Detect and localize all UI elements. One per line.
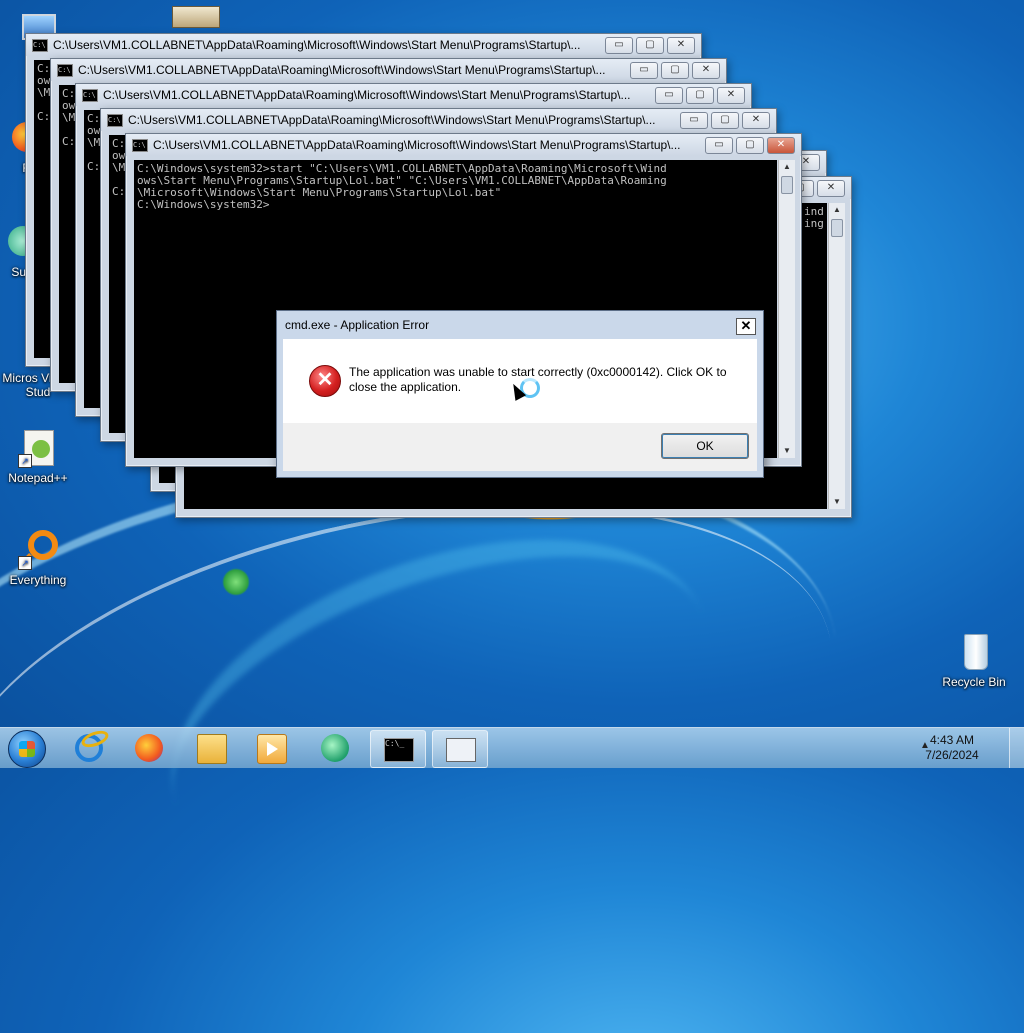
taskbar-firefox[interactable] (122, 730, 176, 766)
cmd-icon: C:\_ (384, 738, 414, 762)
taskbar-ie[interactable] (62, 727, 116, 766)
clock[interactable]: 4:43 AM 7/26/2024 (922, 733, 982, 763)
maximize-button[interactable]: ▢ (661, 61, 689, 79)
taskbar: C:\_ ▲ 4:43 AM 7/26/2024 (0, 727, 1024, 768)
windows-logo-glow (222, 568, 250, 596)
internet-explorer-icon (75, 727, 111, 762)
minimize-button[interactable]: ▭ (705, 136, 733, 154)
close-button[interactable]: ✕ (742, 111, 770, 129)
desktop-icon-partial[interactable] (172, 6, 220, 28)
clock-date: 7/26/2024 (925, 748, 979, 762)
close-button[interactable]: ✕ (717, 86, 745, 104)
maximize-button[interactable]: ▢ (711, 111, 739, 129)
dialog-message: The application was unable to start corr… (349, 365, 727, 394)
recycle-bin-icon (954, 632, 994, 672)
console-scrollbar[interactable]: ▲▼ (828, 203, 845, 509)
maximize-button[interactable]: ▢ (636, 36, 664, 54)
wallpaper-swirl (125, 473, 755, 949)
window-icon (446, 738, 476, 762)
cmd-icon: C:\ (107, 113, 123, 127)
media-center-icon (321, 734, 349, 762)
taskbar-media-player[interactable] (244, 730, 298, 766)
media-player-icon (257, 734, 287, 764)
dialog-body: ✕ The application was unable to start co… (283, 339, 757, 423)
cmd-icon: C:\ (132, 138, 148, 152)
taskbar-explorer[interactable] (184, 730, 238, 766)
taskbar-window[interactable] (432, 730, 488, 768)
maximize-button[interactable]: ▢ (736, 136, 764, 154)
cmd-icon: C:\ (32, 38, 48, 52)
everything-icon: ↗ (18, 530, 58, 570)
dialog-title: cmd.exe - Application Error (285, 318, 430, 332)
desktop-icon-label: Recycle Bin (942, 675, 1006, 689)
system-tray: ▲ 4:43 AM 7/26/2024 (914, 728, 1024, 768)
desktop-icon-recycle-bin[interactable]: Recycle Bin (938, 632, 1010, 689)
taskbar-cmd[interactable]: C:\_ (370, 730, 426, 768)
console-scrollbar[interactable]: ▲▼ (778, 160, 795, 458)
desktop-icon-label: Notepad++ (8, 471, 68, 485)
clock-time: 4:43 AM (929, 733, 975, 747)
dialog-close-button[interactable]: ✕ (736, 318, 756, 335)
maximize-button[interactable]: ▢ (686, 86, 714, 104)
ok-button[interactable]: OK (661, 433, 749, 459)
minimize-button[interactable]: ▭ (680, 111, 708, 129)
close-button[interactable]: ✕ (817, 179, 845, 197)
minimize-button[interactable]: ▭ (655, 86, 683, 104)
cmd-icon: C:\ (82, 88, 98, 102)
show-desktop-button[interactable] (1009, 728, 1024, 768)
minimize-button[interactable]: ▭ (605, 36, 633, 54)
cmd-icon: C:\ (57, 63, 73, 77)
close-button[interactable]: ✕ (667, 36, 695, 54)
notepadpp-icon: ↗ (18, 428, 58, 468)
start-button[interactable] (8, 730, 46, 768)
desktop-icon-everything[interactable]: ↗ Everything (2, 530, 74, 587)
close-button[interactable]: ✕ (767, 136, 795, 154)
explorer-icon (197, 734, 227, 764)
taskbar-media-center[interactable] (308, 730, 362, 766)
close-button[interactable]: ✕ (692, 61, 720, 79)
firefox-icon (135, 734, 163, 762)
minimize-button[interactable]: ▭ (630, 61, 658, 79)
desktop-icon-notepadpp[interactable]: ↗ Notepad++ (2, 428, 74, 485)
error-icon: ✕ (309, 365, 341, 397)
dialog-footer: OK (283, 423, 757, 471)
desktop-icon-label: Everything (9, 573, 67, 587)
